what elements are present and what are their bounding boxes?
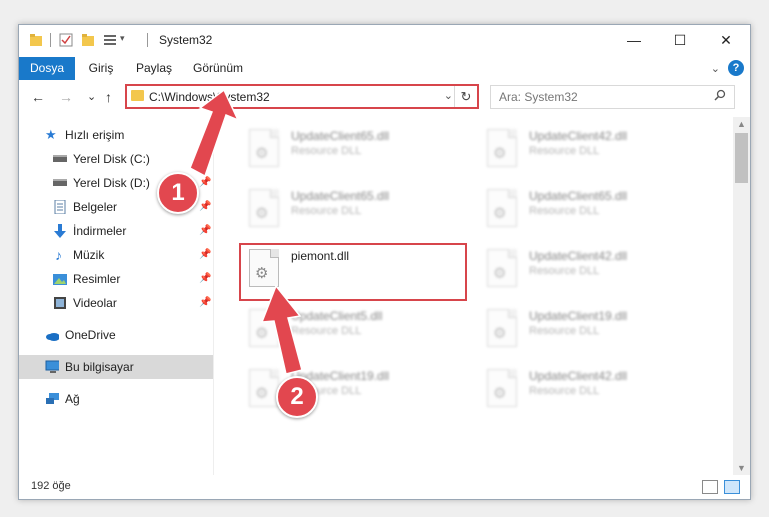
step-1-badge: 1 [157,172,199,214]
step-2-badge: 2 [276,376,318,418]
annotation-arrows [189,88,303,375]
